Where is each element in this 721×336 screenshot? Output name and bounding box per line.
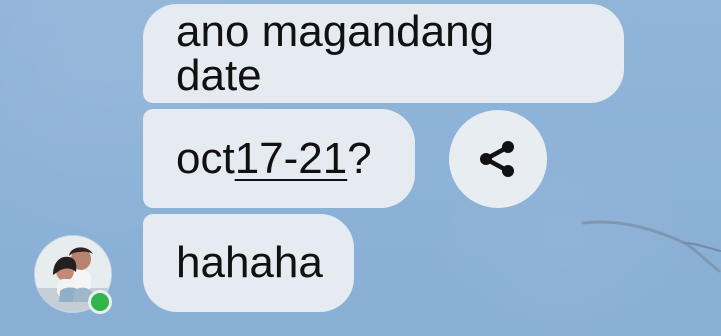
background-bird-shape [581, 220, 721, 273]
date-link[interactable]: 17-21 [235, 136, 348, 181]
message-text: hahaha [176, 238, 323, 287]
share-icon [480, 141, 514, 177]
message-text: ano magandang date [176, 6, 495, 100]
message-bubble[interactable]: ano magandang date [143, 4, 624, 103]
online-status-dot [88, 290, 112, 314]
message-bubble-with-date[interactable]: oct 17-21 ? [143, 109, 415, 208]
message-bubble[interactable]: hahaha [143, 214, 354, 312]
share-button[interactable] [449, 110, 547, 208]
message-text-prefix: oct [176, 133, 235, 183]
message-text-suffix: ? [347, 133, 372, 183]
